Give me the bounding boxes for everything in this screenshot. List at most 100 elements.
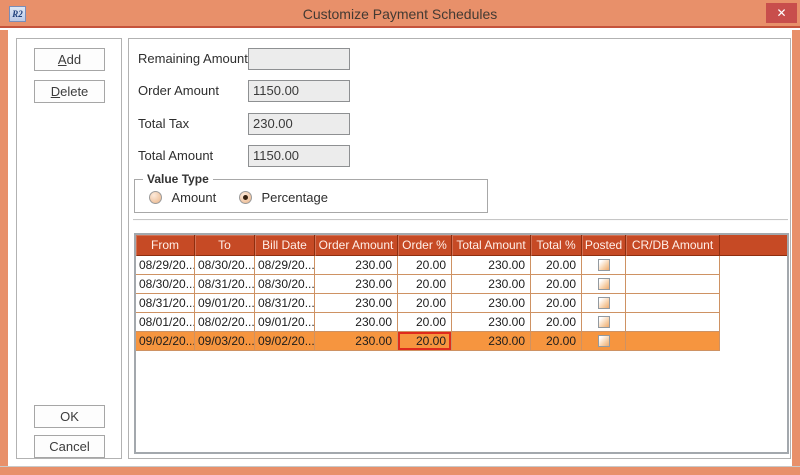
form-row-remaining-amount: Remaining Amount (129, 48, 790, 70)
cell-order-amount[interactable]: 230.00 (315, 332, 398, 351)
content-panel: Remaining Amount Order Amount 1150.00 To… (128, 38, 791, 459)
cell-order-pct[interactable]: 20.00 (398, 275, 452, 294)
order-amount-label: Order Amount (138, 80, 219, 102)
grid-header-row: From To Bill Date Order Amount Order % T… (136, 235, 787, 256)
order-amount-field[interactable]: 1150.00 (248, 80, 350, 102)
column-header-total-amount[interactable]: Total Amount (452, 235, 531, 256)
cell-to[interactable]: 08/31/20... (195, 275, 255, 294)
value-type-group: Value Type Amount Percentage (134, 179, 488, 213)
cell-order-amount[interactable]: 230.00 (315, 294, 398, 313)
cell-total-pct[interactable]: 20.00 (531, 332, 582, 351)
cell-order-pct[interactable]: 20.00 (398, 294, 452, 313)
action-panel: Add Delete OK Cancel (16, 38, 122, 459)
cell-to[interactable]: 08/02/20... (195, 313, 255, 332)
cell-bill-date[interactable]: 09/01/20... (255, 313, 315, 332)
dialog-customize-payment-schedules: R2 Customize Payment Schedules ✕ Add Del… (0, 0, 800, 475)
radio-percentage-label[interactable]: Percentage (261, 190, 328, 205)
cell-total-pct[interactable]: 20.00 (531, 294, 582, 313)
column-header-bill-date[interactable]: Bill Date (255, 235, 315, 256)
cell-from[interactable]: 08/01/20... (136, 313, 195, 332)
form-row-total-amount: Total Amount 1150.00 (129, 145, 790, 167)
close-button[interactable]: ✕ (766, 3, 797, 23)
column-header-from[interactable]: From (136, 235, 195, 256)
posted-checkbox[interactable] (598, 297, 610, 309)
cell-from[interactable]: 09/02/20... (136, 332, 195, 351)
cell-bill-date[interactable]: 08/30/20... (255, 275, 315, 294)
cell-to[interactable]: 09/03/20... (195, 332, 255, 351)
cell-total-pct[interactable]: 20.00 (531, 256, 582, 275)
cell-posted[interactable] (582, 332, 626, 351)
cell-filler (720, 294, 787, 313)
radio-amount-label[interactable]: Amount (171, 190, 216, 205)
column-header-order-pct[interactable]: Order % (398, 235, 452, 256)
grid-rows: 08/29/20... 08/30/20... 08/29/20... 230.… (136, 256, 787, 351)
cell-to[interactable]: 09/01/20... (195, 294, 255, 313)
cell-total-amount[interactable]: 230.00 (452, 275, 531, 294)
total-amount-field[interactable]: 1150.00 (248, 145, 350, 167)
window-frame-bottom (0, 466, 800, 475)
radio-percentage[interactable]: Percentage (239, 189, 328, 204)
cell-to[interactable]: 08/30/20... (195, 256, 255, 275)
form-row-total-tax: Total Tax 230.00 (129, 113, 790, 135)
cell-crdb-amount[interactable] (626, 256, 720, 275)
cell-total-amount[interactable]: 230.00 (452, 294, 531, 313)
titlebar: R2 Customize Payment Schedules ✕ (0, 0, 800, 28)
cell-crdb-amount[interactable] (626, 275, 720, 294)
cell-from[interactable]: 08/29/20... (136, 256, 195, 275)
cell-filler (720, 256, 787, 275)
posted-checkbox[interactable] (598, 335, 610, 347)
radio-amount[interactable]: Amount (149, 189, 216, 204)
total-tax-label: Total Tax (138, 113, 189, 135)
cell-total-amount[interactable]: 230.00 (452, 313, 531, 332)
total-amount-label: Total Amount (138, 145, 213, 167)
cancel-button[interactable]: Cancel (34, 435, 105, 458)
column-header-total-pct[interactable]: Total % (531, 235, 582, 256)
cell-crdb-amount[interactable] (626, 313, 720, 332)
column-header-posted[interactable]: Posted (582, 235, 626, 256)
cell-order-amount[interactable]: 230.00 (315, 275, 398, 294)
table-row[interactable]: 08/30/20... 08/31/20... 08/30/20... 230.… (136, 275, 787, 294)
cell-bill-date[interactable]: 08/31/20... (255, 294, 315, 313)
column-header-filler (720, 235, 787, 256)
posted-checkbox[interactable] (598, 316, 610, 328)
cell-total-pct[interactable]: 20.00 (531, 275, 582, 294)
cell-posted[interactable] (582, 313, 626, 332)
remaining-amount-field[interactable] (248, 48, 350, 70)
cell-posted[interactable] (582, 275, 626, 294)
posted-checkbox[interactable] (598, 259, 610, 271)
cell-filler (720, 275, 787, 294)
column-header-order-amount[interactable]: Order Amount (315, 235, 398, 256)
cell-from[interactable]: 08/30/20... (136, 275, 195, 294)
table-row[interactable]: 09/02/20... 09/03/20... 09/02/20... 230.… (136, 332, 787, 351)
cell-from[interactable]: 08/31/20... (136, 294, 195, 313)
window-frame-right (792, 30, 800, 466)
cell-crdb-amount[interactable] (626, 294, 720, 313)
cell-order-amount[interactable]: 230.00 (315, 313, 398, 332)
cell-bill-date[interactable]: 08/29/20... (255, 256, 315, 275)
delete-button[interactable]: Delete (34, 80, 105, 103)
table-row[interactable]: 08/31/20... 09/01/20... 08/31/20... 230.… (136, 294, 787, 313)
cell-total-pct[interactable]: 20.00 (531, 313, 582, 332)
cell-posted[interactable] (582, 256, 626, 275)
ok-button[interactable]: OK (34, 405, 105, 428)
cell-bill-date[interactable]: 09/02/20... (255, 332, 315, 351)
cell-filler (720, 313, 787, 332)
cell-total-amount[interactable]: 230.00 (452, 332, 531, 351)
radio-amount-icon[interactable] (149, 191, 162, 204)
cell-crdb-amount[interactable] (626, 332, 720, 351)
table-row[interactable]: 08/01/20... 08/02/20... 09/01/20... 230.… (136, 313, 787, 332)
total-tax-field[interactable]: 230.00 (248, 113, 350, 135)
cell-order-amount[interactable]: 230.00 (315, 256, 398, 275)
value-type-label: Value Type (143, 172, 213, 186)
column-header-crdb-amount[interactable]: CR/DB Amount (626, 235, 720, 256)
add-button[interactable]: Add (34, 48, 105, 71)
cell-order-pct[interactable]: 20.00 (398, 332, 452, 351)
cell-order-pct[interactable]: 20.00 (398, 313, 452, 332)
posted-checkbox[interactable] (598, 278, 610, 290)
cell-total-amount[interactable]: 230.00 (452, 256, 531, 275)
cell-order-pct[interactable]: 20.00 (398, 256, 452, 275)
cell-posted[interactable] (582, 294, 626, 313)
table-row[interactable]: 08/29/20... 08/30/20... 08/29/20... 230.… (136, 256, 787, 275)
radio-percentage-icon[interactable] (239, 191, 252, 204)
column-header-to[interactable]: To (195, 235, 255, 256)
